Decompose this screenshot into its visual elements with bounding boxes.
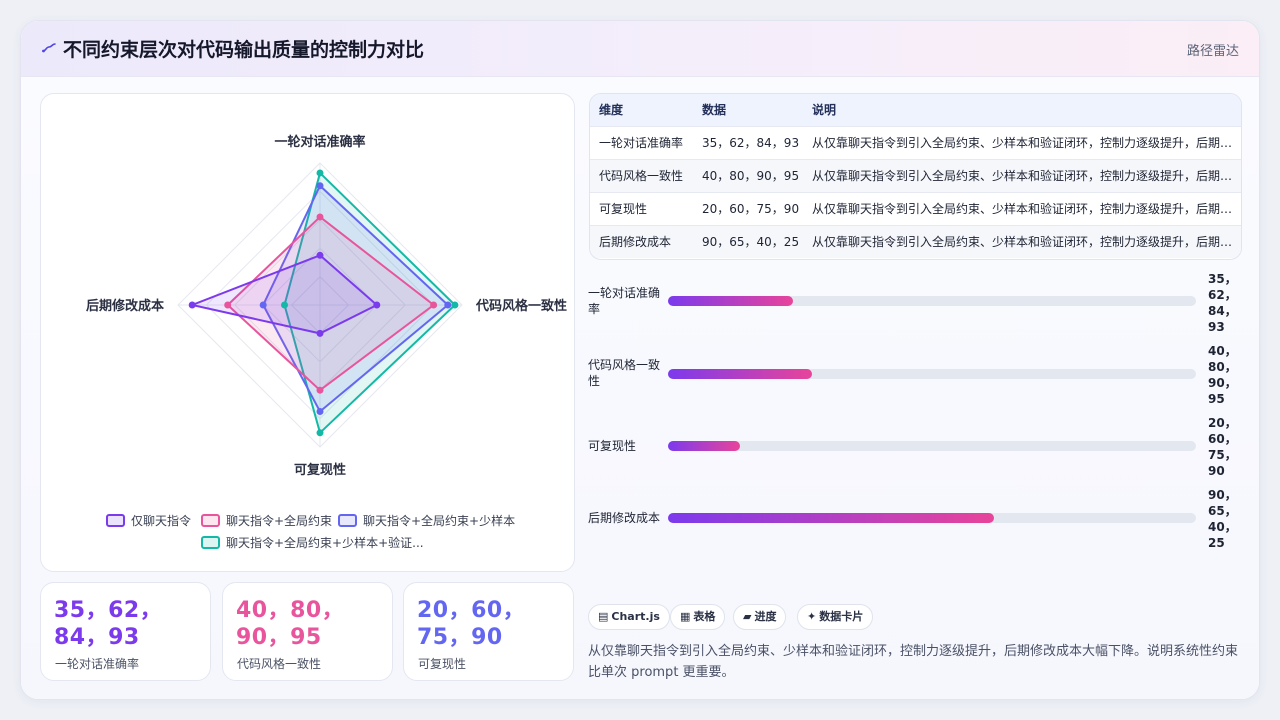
route-icon <box>42 43 56 53</box>
table-cell: 代码风格一致性 <box>590 158 693 192</box>
radar-data-point <box>316 182 324 190</box>
legend-label: 聊天指令+全局约束 <box>226 513 332 528</box>
progress-value: 20，60，75，90 <box>1208 416 1237 478</box>
table-cell: 40，80，90，95 <box>693 158 803 192</box>
radar-data-point <box>259 301 267 309</box>
legend-label: 聊天指令+全局约束+少样本+验证... <box>226 535 424 550</box>
table-cell: 后期修改成本 <box>590 224 693 258</box>
chip-label: Chart.js <box>611 610 660 623</box>
radar-chart: 一轮对话准确率代码风格一致性可复现性后期修改成本仅聊天指令 聊天指令+全局约束 聊天… <box>86 134 567 550</box>
table-cell: 可复现性 <box>590 191 693 225</box>
legend-label: 仅聊天指令 <box>131 513 191 528</box>
legend-swatch <box>201 514 220 527</box>
sparkle-icon: ✦ <box>807 610 817 623</box>
radar-data-point <box>373 301 381 309</box>
table-cell: 90，65，40，25 <box>693 224 803 258</box>
kpi-value: 20，60，75，90 <box>417 598 526 650</box>
table-header-row: 维度 数据 说明 <box>590 94 1241 126</box>
radar-data-point <box>444 301 452 309</box>
summary-text: 从仅靠聊天指令到引入全局约束、少样本和验证闭环，控制力逐级提升，后期修改成本大幅… <box>588 644 1239 680</box>
progress-row: 一轮对话准确率 35，62，84，93 <box>588 271 1248 334</box>
radar-data-point <box>430 301 438 309</box>
chip-label: 数据卡片 <box>819 610 864 623</box>
progress-value: 40，80，90，95 <box>1208 344 1237 406</box>
progress-icon: ▰ <box>743 610 752 623</box>
radar-data-point <box>316 251 324 259</box>
legend-label: 聊天指令+全局约束+少样本 <box>363 513 515 528</box>
kpi-label: 一轮对话准确率 <box>55 657 140 671</box>
chip-data-card[interactable]: ✦ 数据卡片 <box>797 604 874 630</box>
kpi-label: 代码风格一致性 <box>237 657 322 671</box>
table-cell: 从仅靠聊天指令到引入全局约束、少样本和验证闭环，控制力逐级提升，后期修改成本大幅… <box>803 191 1241 225</box>
chip-label: 表格 <box>693 610 716 623</box>
progress-track <box>668 296 1196 306</box>
chip-label: 进度 <box>754 610 777 623</box>
progress-track <box>668 369 1196 379</box>
chip-progress[interactable]: ▰ 进度 <box>733 604 787 630</box>
column-header: 数据 <box>693 94 803 126</box>
radar-data-point <box>451 301 459 309</box>
table-cell: 从仅靠聊天指令到引入全局约束、少样本和验证闭环，控制力逐级提升，后期修改成本大幅… <box>803 224 1241 258</box>
progress-value: 35，62，84，93 <box>1208 272 1237 334</box>
radar-data-point <box>188 301 196 309</box>
table-cell: 一轮对话准确率 <box>590 125 693 159</box>
kpi-card: 35，62，84，93 一轮对话准确率 <box>40 582 211 681</box>
legend-swatch <box>338 514 357 527</box>
progress-fill <box>668 369 813 379</box>
radar-data-point <box>316 429 324 437</box>
table-row: 后期修改成本 90，65，40，25 从仅靠聊天指令到引入全局约束、少样本和验证… <box>590 224 1241 258</box>
column-header: 维度 <box>590 94 693 126</box>
radar-axis-label: 一轮对话准确率 <box>274 134 365 150</box>
table-cell: 从仅靠聊天指令到引入全局约束、少样本和验证闭环，控制力逐级提升，后期修改成本大幅… <box>803 125 1241 159</box>
kpi-label: 可复现性 <box>418 657 467 671</box>
chart-type-badge: 路径雷达 <box>1186 44 1239 59</box>
kpi-card: 40，80，90，95 代码风格一致性 <box>222 582 393 681</box>
kpi-value: 40，80，90，95 <box>236 598 345 650</box>
radar-axis-label: 可复现性 <box>294 462 346 478</box>
table-cell: 35，62，84，93 <box>693 125 803 159</box>
table-cell: 20，60，75，90 <box>693 191 803 225</box>
radar-data-point <box>281 301 288 309</box>
radar-data-point <box>224 301 232 309</box>
table-row: 可复现性 20，60，75，90 从仅靠聊天指令到引入全局约束、少样本和验证闭环… <box>590 191 1241 225</box>
radar-axis-label: 后期修改成本 <box>86 298 164 314</box>
progress-fill <box>668 296 793 306</box>
table-icon: ▦ <box>680 610 691 623</box>
progress-row: 后期修改成本 90，65，40，25 <box>588 487 1248 550</box>
page-title: 不同约束层次对代码输出质量的控制力对比 <box>63 39 425 61</box>
table-cell: 从仅靠聊天指令到引入全局约束、少样本和验证闭环，控制力逐级提升，后期修改成本大幅… <box>803 158 1241 192</box>
progress-label: 一轮对话准确率 <box>588 286 661 316</box>
progress-fill <box>668 441 740 451</box>
progress-fill <box>668 513 995 523</box>
chip-chartjs[interactable]: ▤ Chart.js <box>588 604 670 630</box>
radar-data-point <box>316 329 324 337</box>
radar-chart-panel: 一轮对话准确率 代码风格一致性 可复现性 后期修改成本 仅聊天指令 聊天指令+全局约束 聊天… <box>40 93 575 572</box>
progress-label: 可复现性 <box>588 439 637 453</box>
kpi-value: 35，62，84，93 <box>54 598 163 650</box>
progress-value: 90，65，40，25 <box>1208 488 1237 550</box>
kpi-card: 20，60，75，90 可复现性 <box>403 582 574 681</box>
chip-table[interactable]: ▦ 表格 <box>670 604 726 630</box>
progress-row: 代码风格一致性 40，80，90，95 <box>588 343 1248 406</box>
legend-swatch <box>106 514 125 527</box>
progress-track <box>668 441 1196 451</box>
radar-data-point <box>316 408 324 415</box>
table-row: 一轮对话准确率 35，62，84，93 从仅靠聊天指令到引入全局约束、少样本和验… <box>590 125 1241 159</box>
progress-label: 代码风格一致性 <box>588 358 661 388</box>
column-header: 说明 <box>803 94 1241 126</box>
radar-data-point <box>316 386 324 394</box>
dashboard-card: 不同约束层次对代码输出质量的控制力对比 路径雷达 一轮对话准确率 代码风格一致性可… <box>20 20 1260 700</box>
data-table: 维度 数据 说明 一轮对话准确率 35，62，84，93 从仅靠聊天指令到引入全… <box>589 93 1242 260</box>
radar-data-point <box>316 169 324 177</box>
header: 不同约束层次对代码输出质量的控制力对比 路径雷达 <box>21 21 1259 77</box>
radar-axis-label: 代码风格一致性 <box>475 298 567 314</box>
progress-track <box>668 513 1196 523</box>
progress-label: 后期修改成本 <box>588 511 661 525</box>
table-row: 代码风格一致性 40，80，90，95 从仅靠聊天指令到引入全局约束、少样本和验… <box>590 158 1241 192</box>
radar-data-point <box>316 213 324 221</box>
progress-row: 可复现性 20，60，75，90 <box>588 415 1248 478</box>
chart-icon: ▤ <box>598 610 609 623</box>
legend-swatch <box>201 536 220 549</box>
